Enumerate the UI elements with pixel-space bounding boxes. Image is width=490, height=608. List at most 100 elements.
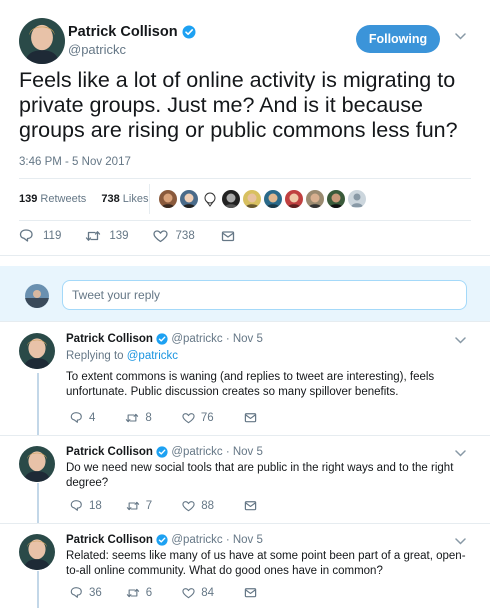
likes-stat[interactable]: 738 Likes bbox=[101, 193, 148, 205]
reply-header: Patrick Collison @patrickc · Nov 5 bbox=[66, 534, 263, 546]
liker-avatar[interactable] bbox=[159, 190, 177, 208]
message-icon bbox=[244, 413, 256, 423]
reply-input[interactable] bbox=[62, 280, 467, 310]
replying-to-prefix: Replying to bbox=[66, 350, 124, 362]
retweets-count: 139 bbox=[19, 193, 38, 205]
retweet-action[interactable]: 6 bbox=[126, 587, 152, 599]
handle-and-date[interactable]: @patrickc · Nov 5 bbox=[171, 333, 263, 345]
reply-text: Do we need new social tools that are pub… bbox=[66, 462, 454, 489]
retweet-icon bbox=[126, 588, 139, 597]
message-icon bbox=[221, 230, 234, 241]
replying-to-link[interactable]: @patrickc bbox=[127, 350, 178, 362]
chevron-down-icon[interactable] bbox=[455, 450, 466, 457]
retweet-action[interactable]: 8 bbox=[125, 411, 152, 424]
liker-avatar[interactable] bbox=[180, 190, 198, 208]
retweet-count: 139 bbox=[109, 229, 129, 242]
retweet-icon bbox=[126, 501, 139, 510]
direct-message-action[interactable] bbox=[221, 229, 235, 243]
retweet-action[interactable]: 7 bbox=[126, 500, 152, 512]
message-icon bbox=[244, 588, 257, 598]
like-icon bbox=[182, 412, 195, 423]
reply-text: To extent commons is waning (and replies… bbox=[66, 371, 435, 398]
tweet-stats: 139 Retweets 738 Likes bbox=[19, 193, 148, 205]
reply-composer bbox=[0, 266, 490, 322]
like-count: 88 bbox=[201, 499, 214, 512]
like-count: 738 bbox=[175, 229, 195, 242]
like-action[interactable]: 76 bbox=[182, 412, 214, 424]
reply-action[interactable]: 18 bbox=[70, 499, 102, 512]
handle-and-date[interactable]: @patrickc · Nov 5 bbox=[171, 534, 263, 546]
liker-avatar[interactable] bbox=[285, 190, 303, 208]
liker-avatar[interactable] bbox=[201, 190, 219, 208]
thread-reply[interactable]: Patrick Collison @patrickc · Nov 5 Relat… bbox=[0, 523, 490, 608]
divider bbox=[19, 178, 471, 179]
liker-avatar[interactable] bbox=[327, 190, 345, 208]
tweet-timestamp[interactable]: 3:46 PM - 5 Nov 2017 bbox=[19, 156, 131, 168]
direct-message-action[interactable] bbox=[244, 499, 257, 512]
author-name[interactable]: Patrick Collison bbox=[66, 333, 153, 345]
liker-avatar[interactable] bbox=[306, 190, 324, 208]
default-avatar[interactable] bbox=[348, 190, 366, 208]
liker-avatar[interactable] bbox=[222, 190, 240, 208]
reply-action[interactable]: 4 bbox=[70, 411, 95, 424]
reply-icon bbox=[70, 412, 82, 423]
author-name[interactable]: Patrick Collison bbox=[66, 534, 153, 546]
chevron-down-icon[interactable] bbox=[455, 337, 466, 344]
retweets-stat[interactable]: 139 Retweets bbox=[19, 193, 86, 205]
handle-and-date[interactable]: @patrickc · Nov 5 bbox=[171, 446, 263, 458]
reply-count: 119 bbox=[43, 229, 62, 242]
retweet-count: 8 bbox=[145, 411, 152, 424]
retweet-action[interactable]: 139 bbox=[85, 229, 129, 243]
chevron-down-icon[interactable] bbox=[455, 33, 466, 40]
following-button[interactable]: Following bbox=[356, 25, 440, 53]
liker-avatar[interactable] bbox=[243, 190, 261, 208]
chevron-down-icon[interactable] bbox=[455, 538, 466, 545]
tweet-text: Feels like a lot of online activity is m… bbox=[19, 68, 458, 142]
reply-header: Patrick Collison @patrickc · Nov 5 bbox=[66, 333, 263, 345]
reply-action[interactable]: 36 bbox=[70, 586, 102, 599]
verified-icon bbox=[156, 333, 169, 345]
retweet-icon bbox=[126, 413, 139, 422]
reply-action[interactable]: 119 bbox=[19, 228, 61, 243]
direct-message-action[interactable] bbox=[244, 586, 257, 599]
verified-icon bbox=[181, 25, 196, 40]
direct-message-action[interactable] bbox=[244, 411, 257, 424]
divider bbox=[19, 220, 471, 221]
reply-count: 4 bbox=[89, 411, 96, 424]
author-name[interactable]: Patrick Collison bbox=[66, 446, 153, 458]
like-action[interactable]: 84 bbox=[182, 587, 214, 599]
like-action[interactable]: 88 bbox=[182, 500, 214, 512]
main-tweet: Patrick Collison @patrickc Following Fee… bbox=[0, 0, 490, 256]
likes-label: Likes bbox=[122, 193, 149, 205]
verified-icon bbox=[156, 446, 169, 458]
author-name[interactable]: Patrick Collison bbox=[68, 24, 196, 40]
author-avatar[interactable] bbox=[19, 534, 55, 570]
reply-icon bbox=[70, 500, 82, 511]
author-avatar[interactable] bbox=[19, 446, 55, 482]
like-icon bbox=[152, 229, 168, 242]
like-action[interactable]: 738 bbox=[152, 229, 195, 243]
retweet-count: 6 bbox=[145, 586, 153, 599]
liker-avatar[interactable] bbox=[264, 190, 282, 208]
liker-avatars bbox=[159, 190, 366, 208]
message-icon bbox=[244, 501, 257, 511]
like-icon bbox=[182, 500, 195, 511]
thread-reply[interactable]: Patrick Collison @patrickc · Nov 5 Do we… bbox=[0, 435, 490, 523]
author-avatar[interactable] bbox=[19, 333, 55, 369]
like-count: 84 bbox=[201, 586, 214, 599]
author-avatar[interactable] bbox=[19, 18, 65, 64]
reply-actions: 18 7 88 bbox=[70, 499, 257, 512]
current-user-avatar[interactable] bbox=[25, 284, 49, 308]
reply-header: Patrick Collison @patrickc · Nov 5 bbox=[66, 446, 263, 458]
thread-reply[interactable]: Patrick Collison @patrickc · Nov 5 Reply… bbox=[0, 322, 490, 435]
divider bbox=[149, 184, 150, 214]
likes-count: 738 bbox=[101, 193, 120, 205]
reply-count: 36 bbox=[89, 586, 102, 599]
retweets-label: Retweets bbox=[40, 193, 87, 205]
author-handle[interactable]: @patrickc bbox=[68, 42, 126, 57]
reply-icon bbox=[70, 587, 82, 598]
author-name-text[interactable]: Patrick Collison bbox=[68, 24, 178, 40]
verified-icon bbox=[156, 534, 169, 546]
replying-to: Replying to @patrickc bbox=[66, 350, 178, 362]
reply-actions: 4 8 76 bbox=[70, 411, 257, 424]
